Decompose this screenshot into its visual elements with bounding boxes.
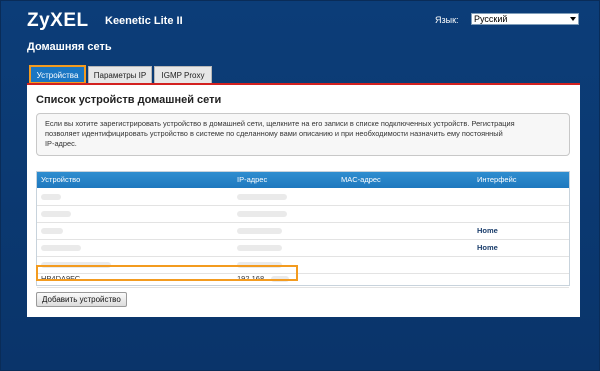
row-highlight-frame — [36, 265, 298, 281]
column-header-mac[interactable]: MAC-адрес — [341, 172, 381, 188]
language-select-value: Русский — [474, 14, 508, 24]
info-box: Если вы хотите зарегистрировать устройст… — [36, 113, 570, 156]
redacted-device — [41, 211, 71, 217]
tab-devices[interactable]: Устройства — [29, 65, 86, 84]
add-device-button[interactable]: Добавить устройство — [36, 292, 127, 307]
redacted-device — [41, 245, 81, 251]
redacted-device — [41, 194, 61, 200]
column-header-interface[interactable]: Интерфейс — [477, 172, 517, 188]
table-row[interactable] — [37, 206, 569, 223]
redacted-ip — [237, 245, 282, 251]
table-row[interactable] — [37, 189, 569, 206]
column-header-device[interactable]: Устройство — [41, 172, 80, 188]
language-select[interactable]: Русский — [471, 13, 579, 25]
router-admin-page: ZyXEL Keenetic Lite II Язык: Русский Дом… — [0, 0, 600, 371]
info-line: IP-адрес. — [45, 139, 77, 148]
interface-cell: Home — [477, 243, 498, 252]
interface-cell: Home — [477, 226, 498, 235]
table-row[interactable]: Home — [37, 240, 569, 257]
redacted-ip — [237, 194, 287, 200]
chevron-down-icon — [570, 17, 576, 21]
column-header-ip[interactable]: IP-адрес — [237, 172, 267, 188]
page-title: Домашняя сеть — [27, 41, 112, 53]
redacted-device — [41, 228, 63, 234]
redacted-ip — [237, 228, 282, 234]
language-label: Язык: — [435, 15, 459, 25]
tab-igmp-proxy[interactable]: IGMP Proxy — [154, 66, 212, 83]
info-line: Если вы хотите зарегистрировать устройст… — [45, 119, 515, 128]
table-row[interactable]: Home — [37, 223, 569, 240]
redacted-ip — [237, 211, 287, 217]
devices-panel: Список устройств домашней сети Если вы х… — [27, 83, 580, 317]
tab-ip-settings[interactable]: Параметры IP — [88, 66, 152, 83]
info-line: позволяет идентифицировать устройство в … — [45, 129, 503, 138]
table-header: Устройство IP-адрес MAC-адрес Интерфейс — [37, 172, 569, 188]
panel-title: Список устройств домашней сети — [36, 94, 222, 106]
zyxel-logo: ZyXEL — [27, 10, 89, 31]
model-name: Keenetic Lite II — [105, 15, 183, 27]
